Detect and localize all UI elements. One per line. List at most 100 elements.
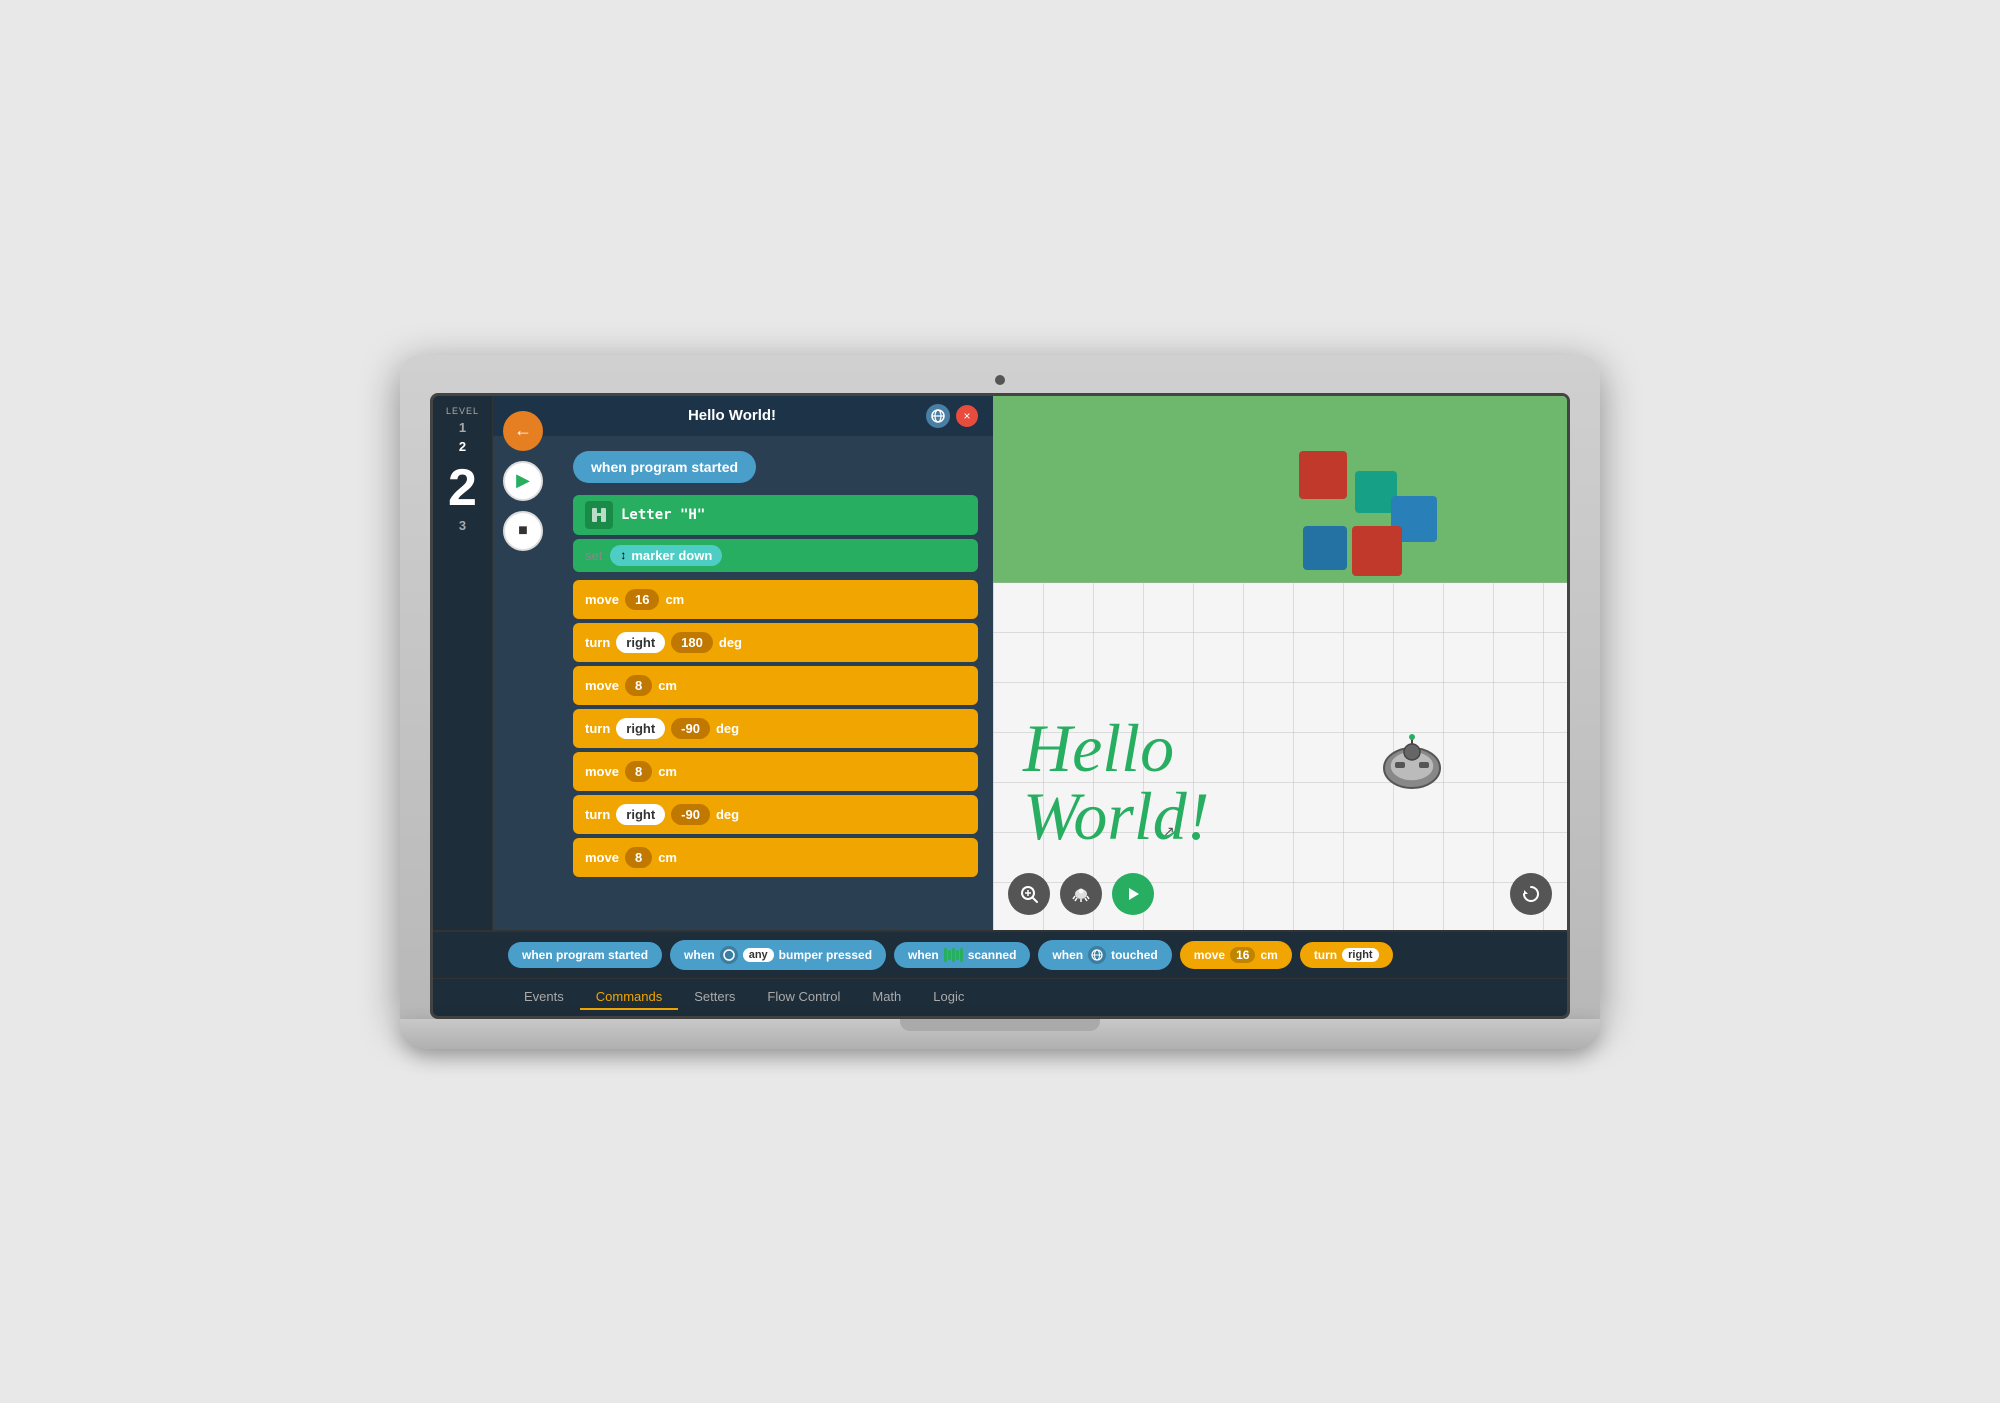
app-main: ← ▶ ■ + LEVEL — [433, 396, 1567, 930]
palette-move-16[interactable]: move 16 cm — [1180, 941, 1292, 969]
move-val-8-2: 8 — [625, 761, 652, 782]
tab-setters[interactable]: Setters — [678, 985, 751, 1010]
palette-move-label: move — [1194, 948, 1225, 962]
block-turn-right-180[interactable]: turn right 180 deg — [573, 623, 978, 662]
level-1[interactable]: 1 — [459, 420, 466, 435]
palette-scanned-label: scanned — [968, 948, 1017, 962]
block-palette: when program started when any bumper — [433, 932, 1567, 978]
level-3[interactable]: 3 — [459, 518, 466, 533]
block-move-8-2[interactable]: move 8 cm — [573, 752, 978, 791]
palette-right-val: right — [1342, 948, 1378, 962]
turn-label-1: turn — [585, 635, 610, 650]
tab-events[interactable]: Events — [508, 985, 580, 1010]
palette-globe-icon — [1088, 946, 1106, 964]
turn-label-3: turn — [585, 807, 610, 822]
laptop-base — [400, 1019, 1600, 1049]
close-icon: × — [963, 409, 970, 423]
palette-tabs: Events Commands Setters Flow Control Mat — [433, 978, 1567, 1016]
marker-block[interactable]: set ↕ marker down — [573, 539, 978, 572]
trigger-block[interactable]: when program started — [573, 451, 756, 483]
sim-turtle-button[interactable] — [1060, 873, 1102, 915]
move-label-1: move — [585, 592, 619, 607]
deg-label-3: deg — [716, 807, 739, 822]
laptop-screen: ← ▶ ■ + LEVEL — [430, 393, 1570, 1019]
move-label-4: move — [585, 850, 619, 865]
marker-text: marker down — [631, 548, 712, 563]
turn-deg-n90-1: -90 — [671, 718, 710, 739]
sim-reset-button[interactable] — [1510, 873, 1552, 915]
sim-play-button[interactable] — [1112, 873, 1154, 915]
cursor-indicator: ↗ — [1163, 823, 1175, 840]
turn-label-2: turn — [585, 721, 610, 736]
palette-scanned[interactable]: when scanned — [894, 942, 1030, 968]
palette-when-label-2: when — [908, 948, 939, 962]
level-2[interactable]: 2 — [459, 439, 466, 454]
marker-icon: ↕ — [620, 548, 626, 562]
block-turn-right-n90-1[interactable]: turn right -90 deg — [573, 709, 978, 748]
letter-block[interactable]: Letter "H" — [573, 495, 978, 535]
palette-touched-label: touched — [1111, 948, 1158, 962]
block-turn-right-n90-2[interactable]: turn right -90 deg — [573, 795, 978, 834]
code-area: Hello World! × — [493, 396, 993, 930]
code-workspace: when program started — [493, 436, 993, 930]
palette-bumper-icon — [720, 946, 738, 964]
tab-commands[interactable]: Commands — [580, 985, 678, 1010]
palette-when-program-started[interactable]: when program started — [508, 942, 662, 968]
tab-logic[interactable]: Logic — [917, 985, 980, 1010]
cm-label-2: cm — [658, 678, 677, 693]
palette-move-cm: cm — [1260, 948, 1277, 962]
turn-dir-2: right — [616, 718, 665, 739]
camera — [995, 375, 1005, 385]
turn-dir-3: right — [616, 804, 665, 825]
letter-text: Letter "H" — [621, 507, 705, 523]
palette-bumper-label: bumper pressed — [779, 948, 872, 962]
cube-blue-2 — [1303, 526, 1347, 570]
cm-label-1: cm — [665, 592, 684, 607]
move-val-8-3: 8 — [625, 847, 652, 868]
palette-when-label-1: when — [684, 948, 715, 962]
palette-wps-label: when program started — [522, 948, 648, 962]
block-move-8-3[interactable]: move 8 cm — [573, 838, 978, 877]
palette-turn-label: turn — [1314, 948, 1337, 962]
app-container: ← ▶ ■ + LEVEL — [433, 396, 1567, 1016]
cube-red-2 — [1352, 526, 1402, 576]
level-current: 2 — [448, 462, 477, 514]
marker-set-label: set — [585, 548, 602, 563]
palette-bumper-pressed[interactable]: when any bumper pressed — [670, 940, 886, 970]
level-sidebar: LEVEL 1 2 2 3 — [433, 396, 493, 930]
back-button[interactable]: ← — [503, 411, 543, 451]
hello-world-display: HelloWorld! — [1023, 714, 1209, 850]
palette-when-touched[interactable]: when touched — [1038, 940, 1171, 970]
block-move-16[interactable]: move 16 cm — [573, 580, 978, 619]
turn-deg-180: 180 — [671, 632, 713, 653]
play-button[interactable]: ▶ — [503, 461, 543, 501]
stop-button[interactable]: ■ — [503, 511, 543, 551]
palette-any-label: any — [743, 948, 774, 962]
palette-move-16-val: 16 — [1230, 947, 1255, 963]
simulator-area: HelloWorld! — [993, 396, 1567, 930]
tab-flow-control[interactable]: Flow Control — [751, 985, 856, 1010]
bottom-toolbar: when program started when any bumper — [433, 930, 1567, 1016]
sim-controls — [1008, 873, 1154, 915]
move-val-8-1: 8 — [625, 675, 652, 696]
barcode-icon — [944, 948, 963, 962]
cm-label-3: cm — [658, 764, 677, 779]
code-header: Hello World! × — [493, 396, 993, 436]
header-icons: × — [926, 404, 978, 428]
trigger-label: when program started — [591, 459, 738, 475]
deg-label-1: deg — [719, 635, 742, 650]
level-label: LEVEL — [446, 406, 479, 416]
cube-red-1 — [1299, 451, 1347, 499]
deg-label-2: deg — [716, 721, 739, 736]
close-button[interactable]: × — [956, 405, 978, 427]
globe-icon-button[interactable] — [926, 404, 950, 428]
tab-math[interactable]: Math — [856, 985, 917, 1010]
palette-turn-right[interactable]: turn right — [1300, 942, 1393, 968]
move-label-2: move — [585, 678, 619, 693]
cm-label-4: cm — [658, 850, 677, 865]
turn-dir-1: right — [616, 632, 665, 653]
robot — [1377, 730, 1447, 800]
sim-zoom-button[interactable] — [1008, 873, 1050, 915]
block-move-8-1[interactable]: move 8 cm — [573, 666, 978, 705]
code-title: Hello World! — [688, 407, 776, 424]
